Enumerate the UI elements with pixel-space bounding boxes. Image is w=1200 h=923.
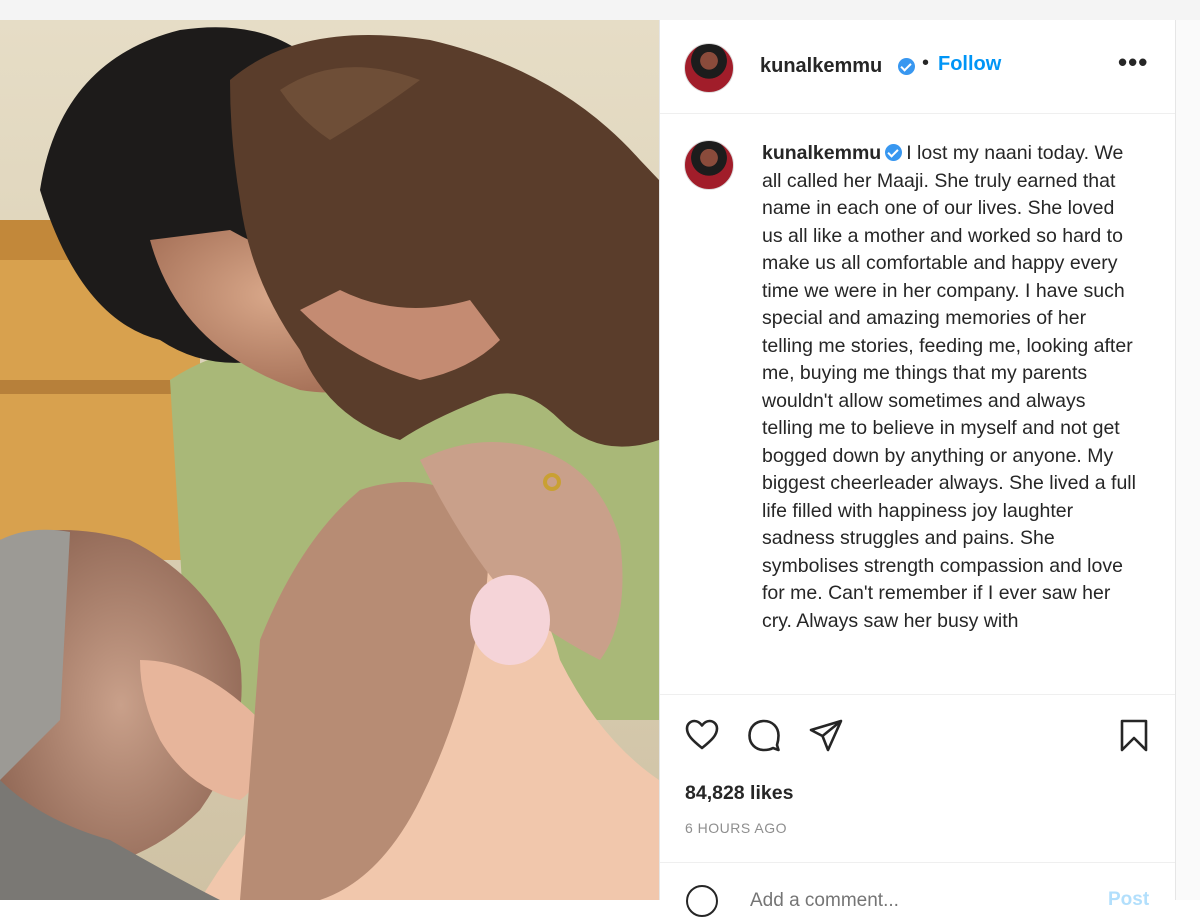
caption-text: kunalkemmu I lost my naani today. We all …: [762, 140, 1137, 635]
page-right-gutter: [1175, 20, 1200, 900]
comment-icon[interactable]: [746, 717, 782, 753]
share-icon[interactable]: [808, 717, 844, 753]
caption-verified-badge-icon: [885, 144, 903, 161]
likes-count[interactable]: 84,828 likes: [685, 782, 793, 805]
more-options-icon[interactable]: •••: [1118, 49, 1148, 76]
post-photo[interactable]: [0, 20, 659, 900]
caption-username[interactable]: kunalkemmu: [762, 142, 881, 164]
profile-avatar[interactable]: [684, 43, 734, 93]
post-comment-button[interactable]: Post: [1108, 889, 1149, 911]
post-side-panel: kunalkemmu • Follow ••• kunalkemmu I lost…: [659, 20, 1176, 917]
caption-body: I lost my naani today. We all called her…: [762, 142, 1136, 632]
post-actions: [660, 694, 1175, 755]
emoji-icon[interactable]: [686, 885, 718, 917]
post-photo-illustration: [0, 20, 659, 900]
post-timestamp[interactable]: 6 HOURS AGO: [685, 820, 787, 836]
post-header: kunalkemmu • Follow •••: [660, 20, 1175, 114]
header-separator: •: [922, 52, 930, 74]
page-top-band: [0, 0, 1200, 20]
add-comment-row: Post: [660, 862, 1175, 923]
bookmark-icon[interactable]: [1116, 717, 1152, 753]
caption-avatar[interactable]: [684, 140, 734, 190]
verified-badge-icon: [898, 58, 915, 75]
comment-input[interactable]: [748, 885, 1052, 917]
header-username[interactable]: kunalkemmu: [760, 55, 882, 78]
heart-icon[interactable]: [684, 717, 720, 753]
caption-area: kunalkemmu I lost my naani today. We all …: [660, 114, 1175, 692]
follow-button[interactable]: Follow: [938, 53, 1001, 76]
